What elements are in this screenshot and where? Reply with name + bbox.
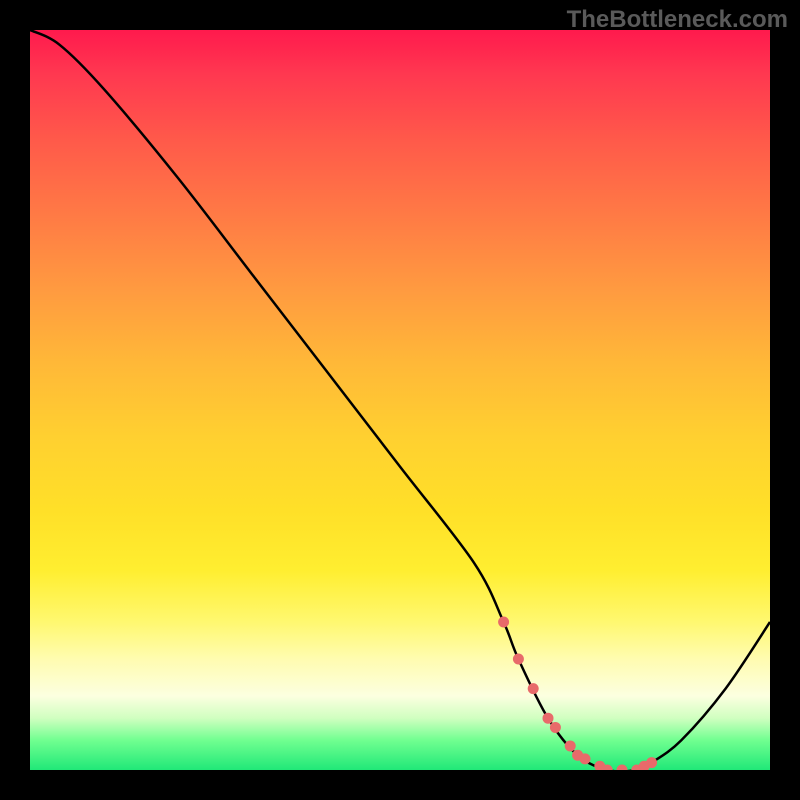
plot-area <box>30 30 770 770</box>
flat-dot <box>565 740 576 751</box>
flat-dot <box>550 722 561 733</box>
flat-dot <box>646 757 657 768</box>
flat-dot <box>498 617 509 628</box>
flat-region-dots <box>498 617 657 771</box>
curve-svg <box>30 30 770 770</box>
flat-dot <box>528 683 539 694</box>
flat-dot <box>617 765 628 771</box>
flat-dot <box>543 713 554 724</box>
flat-dot <box>513 654 524 665</box>
bottleneck-curve <box>30 30 770 770</box>
flat-dot <box>580 753 591 764</box>
watermark-text: TheBottleneck.com <box>567 6 788 34</box>
